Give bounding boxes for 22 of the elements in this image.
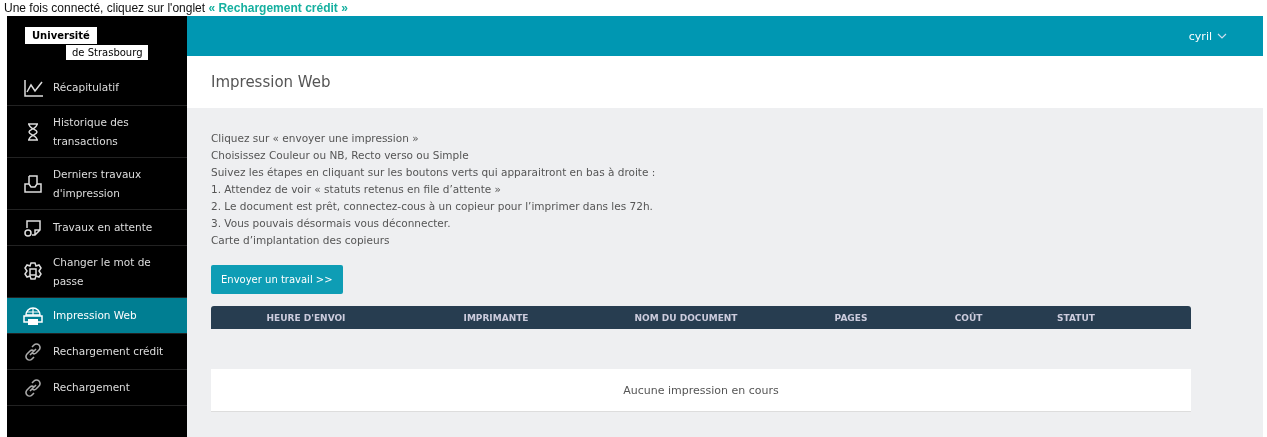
logo-text: Université (25, 27, 97, 44)
instruction-line: 2. Le document est prêt, connectez-cous à un copieur pour l’imprimer dans les 72h. (211, 199, 654, 214)
page-title: Impression Web (187, 56, 1263, 108)
tray-icon (23, 173, 43, 194)
table-header: HEURE D'ENVOI IMPRIMANTE NOM DU DOCUMENT PAGES COÛT STATUT (211, 306, 1191, 329)
instruction-line: Suivez les étapes en cliquant sur les boutons verts qui apparaitront en bas à droite : (211, 165, 657, 180)
caption-text: Une fois connecté, cliquez sur l'onglet « Rechargement crédit » (3, 1, 348, 15)
document-clock-icon (23, 217, 43, 238)
chevron-down-icon (1217, 33, 1227, 39)
instruction-line: 3. Vous pouvais désormais vous déconnecter. (211, 216, 452, 231)
settings-icon (23, 261, 43, 282)
link-icon (23, 341, 43, 362)
instruction-line: Cliquez sur « envoyer une impression » (211, 131, 420, 146)
printer-icon (23, 305, 43, 326)
empty-message: Aucune impression en cours (211, 369, 1191, 412)
instruction-line: 1. Attendez de voir « statuts retenus en file d’attente » (211, 182, 502, 197)
instruction-line: Choisissez Couleur ou NB, Recto verso ou Simple (211, 148, 470, 163)
chart-icon (23, 77, 43, 98)
logo-text: de Strasbourg (65, 44, 150, 61)
sidebar-item[interactable]: Impression Web (7, 298, 187, 334)
link-icon (23, 377, 43, 398)
instruction-line: Carte d’implantation des copieurs (211, 233, 391, 248)
